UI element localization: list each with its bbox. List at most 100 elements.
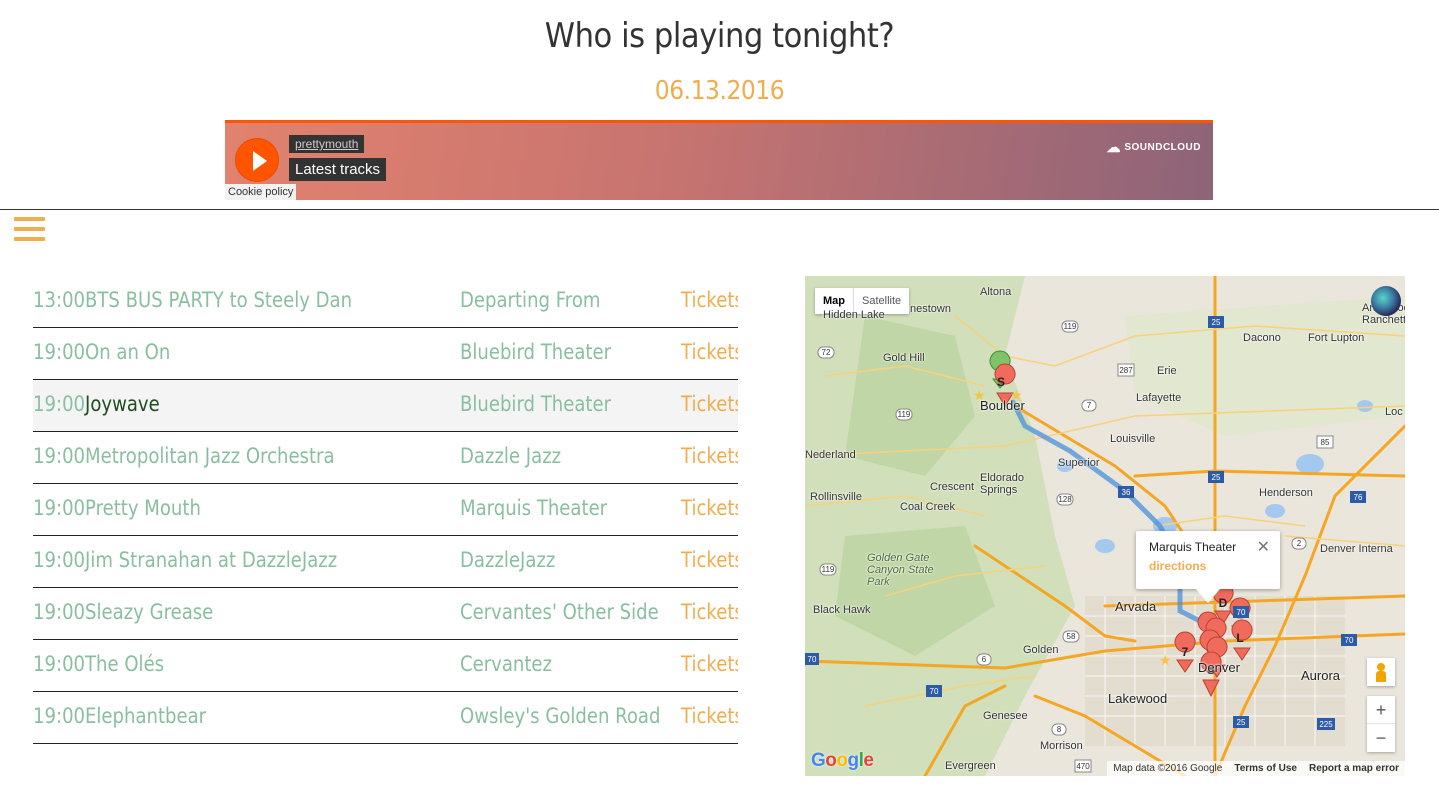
map-place-label: Golden Gate Canyon State Park: [867, 552, 934, 588]
event-row[interactable]: 19:00 Metropolitan Jazz Orchestra Dazzle J…: [33, 432, 738, 484]
zoom-out-button[interactable]: −: [1367, 724, 1395, 752]
event-time: 19:00: [33, 392, 86, 416]
event-name[interactable]: Elephantbear: [85, 704, 206, 728]
svg-text:36: 36: [1122, 488, 1131, 497]
event-venue[interactable]: Dazzle Jazz: [460, 444, 561, 468]
map[interactable]: S D L 7 S 119 72 119 7 287 25 25 36 128 …: [805, 276, 1405, 776]
menu-icon[interactable]: [14, 217, 45, 242]
map-place-label: Boulder: [980, 398, 1025, 413]
map-place-label: Loc: [1385, 406, 1403, 418]
report-error-link[interactable]: Report a map error: [1309, 763, 1399, 774]
event-time: 19:00: [33, 652, 86, 676]
tickets-link[interactable]: Tickets: [681, 288, 738, 312]
event-venue[interactable]: Marquis Theater: [460, 496, 607, 520]
svg-text:6: 6: [982, 655, 987, 664]
directions-link[interactable]: directions: [1149, 559, 1206, 573]
event-venue[interactable]: Cervantes' Other Side: [460, 600, 659, 624]
event-venue[interactable]: DazzleJazz: [460, 548, 555, 572]
tickets-link[interactable]: Tickets: [681, 496, 738, 520]
zoom-in-button[interactable]: +: [1367, 696, 1395, 724]
event-name[interactable]: BTS BUS PARTY to Steely Dan: [85, 288, 352, 312]
event-venue[interactable]: Bluebird Theater: [460, 340, 611, 364]
map-place-label: Louisville: [1110, 433, 1156, 445]
svg-text:25: 25: [1212, 318, 1221, 327]
map-place-label: Lafayette: [1136, 392, 1182, 404]
tickets-link[interactable]: Tickets: [681, 600, 738, 624]
close-icon[interactable]: ✕: [1257, 537, 1270, 557]
map-footer: Map data ©2016 Google Terms of Use Repor…: [1107, 761, 1405, 776]
svg-text:119: 119: [898, 410, 911, 419]
svg-text:470: 470: [1076, 762, 1090, 771]
tickets-link[interactable]: Tickets: [681, 704, 738, 728]
cookie-policy-link[interactable]: Cookie policy: [225, 184, 297, 200]
map-place-label: Golden: [1023, 644, 1059, 656]
svg-text:70: 70: [1237, 608, 1246, 617]
event-venue[interactable]: Owsley's Golden Road: [460, 704, 660, 728]
event-row[interactable]: 19:00 Sleazy Grease Cervantes' Other Side T…: [33, 588, 738, 640]
event-name[interactable]: Sleazy Grease: [85, 600, 213, 624]
event-row[interactable]: 19:00 Joywave Bluebird Theater Tickets: [33, 380, 738, 432]
svg-text:70: 70: [808, 655, 817, 664]
event-name[interactable]: The Olés: [85, 652, 164, 676]
tickets-link[interactable]: Tickets: [681, 652, 738, 676]
soundcloud-logo[interactable]: ☁ SOUNDCLOUD: [1107, 139, 1201, 156]
event-time: 19:00: [33, 704, 86, 728]
event-name[interactable]: Pretty Mouth: [85, 496, 201, 520]
svg-text:70: 70: [1345, 636, 1354, 645]
map-place-label: Dacono: [1243, 332, 1281, 344]
cloud-icon: ☁: [1106, 139, 1122, 155]
map-canvas[interactable]: S D L 7 S 119 72 119 7 287 25 25 36 128 …: [805, 276, 1405, 776]
event-time: 19:00: [33, 340, 86, 364]
map-place-label: Morrison: [1040, 740, 1083, 752]
tickets-link[interactable]: Tickets: [681, 548, 738, 572]
svg-text:85: 85: [1321, 438, 1330, 447]
soundcloud-user-link[interactable]: prettymouth: [289, 135, 365, 153]
soundcloud-player: prettymouth Latest tracks ☁ SOUNDCLOUD C…: [225, 120, 1213, 200]
event-time: 13:00: [33, 288, 86, 312]
svg-text:58: 58: [1067, 632, 1076, 641]
svg-text:119: 119: [822, 565, 835, 574]
map-place-label: Denver Interna: [1320, 543, 1393, 555]
event-name[interactable]: Joywave: [85, 392, 160, 416]
map-place-label: Crescent: [930, 481, 975, 493]
svg-text:25: 25: [1212, 473, 1221, 482]
map-place-label: Altona: [980, 286, 1012, 298]
tickets-link[interactable]: Tickets: [681, 444, 738, 468]
street-view-pegman-icon[interactable]: [1367, 658, 1395, 686]
svg-text:128: 128: [1058, 495, 1072, 504]
tickets-link[interactable]: Tickets: [681, 392, 738, 416]
terms-link[interactable]: Terms of Use: [1234, 763, 1297, 774]
event-row[interactable]: 19:00 The Olés Cervantez Tickets: [33, 640, 738, 692]
map-place-label: Henderson: [1259, 487, 1313, 499]
svg-text:70: 70: [930, 687, 939, 696]
map-place-label: Fort Lupton: [1308, 332, 1365, 344]
event-time: 19:00: [33, 600, 86, 624]
play-icon[interactable]: [235, 138, 279, 182]
svg-text:S: S: [997, 375, 1005, 389]
artist-avatar[interactable]: [1371, 286, 1401, 316]
svg-text:2: 2: [1297, 539, 1302, 548]
google-logo[interactable]: Google: [811, 750, 874, 772]
event-row[interactable]: 19:00 Pretty Mouth Marquis Theater Tickets: [33, 484, 738, 536]
soundcloud-brand: SOUNDCLOUD: [1124, 142, 1201, 153]
svg-text:D: D: [1219, 596, 1228, 610]
event-venue[interactable]: Bluebird Theater: [460, 392, 611, 416]
event-row[interactable]: 19:00 On an On Bluebird Theater Tickets: [33, 328, 738, 380]
svg-text:★: ★: [1159, 653, 1172, 669]
event-row[interactable]: 19:00 Elephantbear Owsley's Golden Road Tic…: [33, 692, 738, 744]
event-venue[interactable]: Departing From: [460, 288, 600, 312]
event-name[interactable]: Metropolitan Jazz Orchestra: [85, 444, 335, 468]
event-row[interactable]: 19:00 Jim Stranahan at DazzleJazz DazzleJa…: [33, 536, 738, 588]
map-place-label: Hidden Lake: [823, 309, 885, 321]
map-place-label: Aurora: [1301, 668, 1341, 683]
svg-text:7: 7: [1087, 401, 1092, 410]
event-name[interactable]: On an On: [85, 340, 170, 364]
map-place-label: Black Hawk: [813, 604, 871, 616]
event-venue[interactable]: Cervantez: [460, 652, 552, 676]
soundcloud-track-title[interactable]: Latest tracks: [289, 158, 387, 181]
event-row[interactable]: 13:00 BTS BUS PARTY to Steely Dan Departin…: [33, 276, 738, 328]
page-title: Who is playing tonight?: [544, 16, 895, 56]
tickets-link[interactable]: Tickets: [681, 340, 738, 364]
event-name[interactable]: Jim Stranahan at DazzleJazz: [85, 548, 337, 572]
map-place-label: Erie: [1157, 365, 1177, 377]
